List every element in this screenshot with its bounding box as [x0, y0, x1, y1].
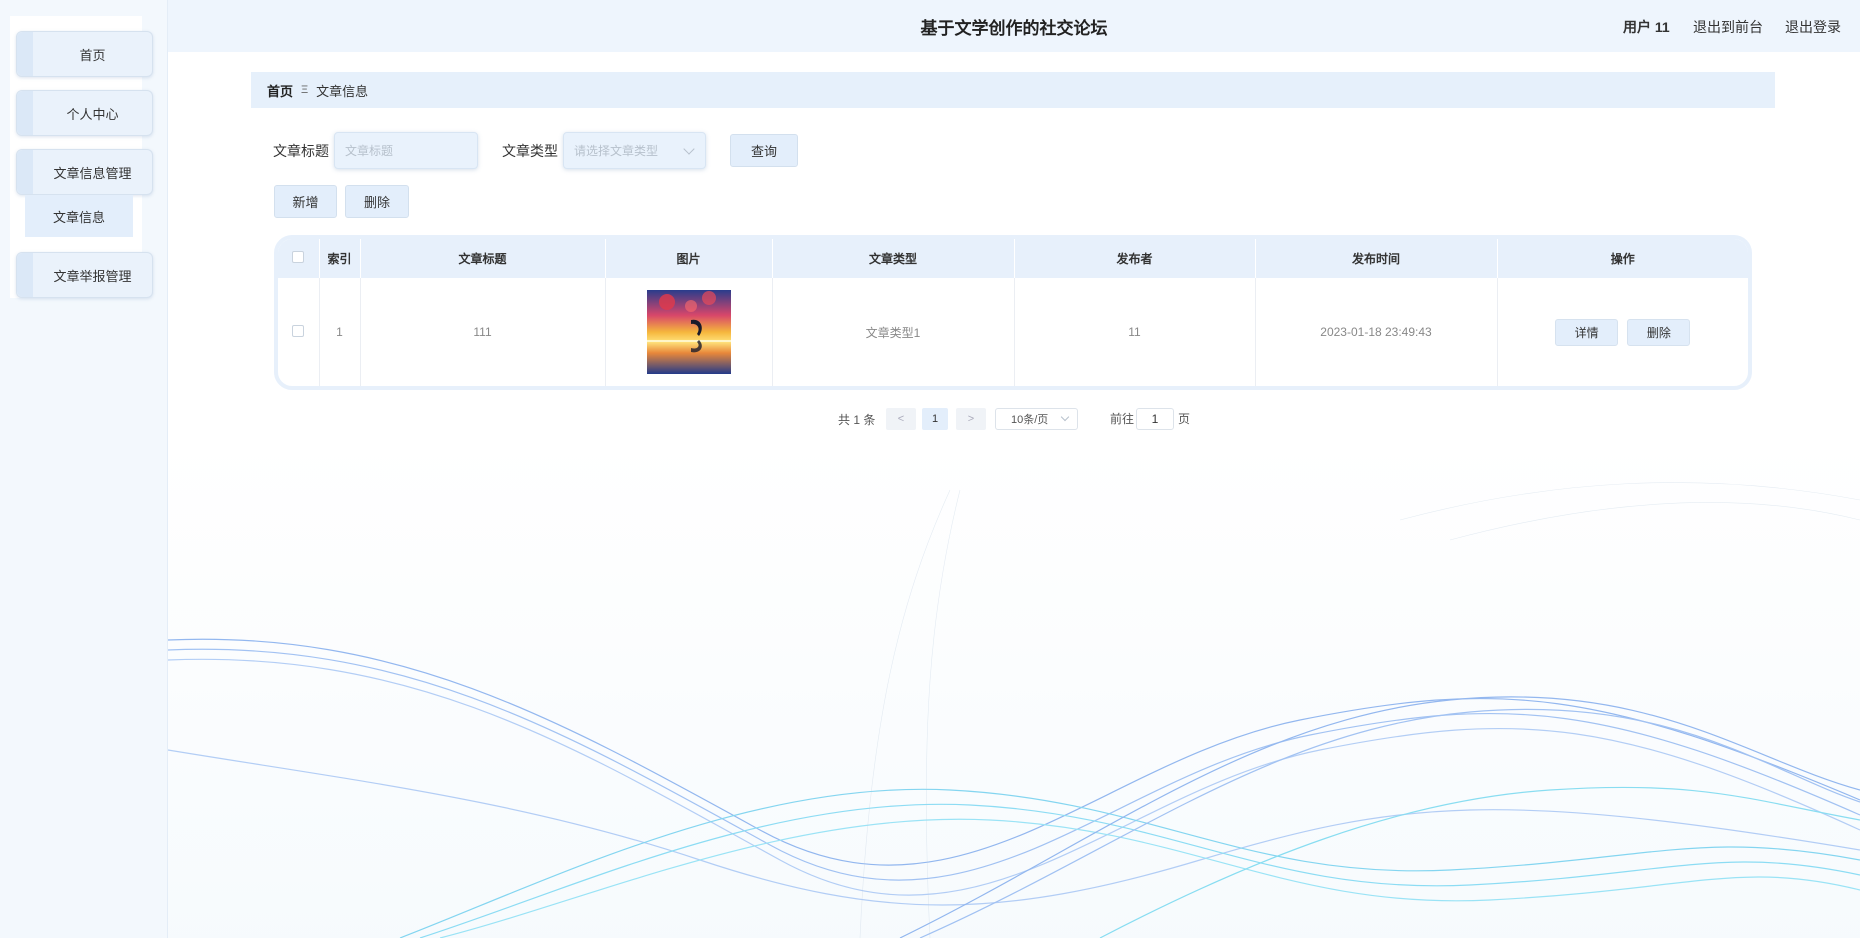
current-user: 用户 11: [1623, 19, 1670, 35]
pagination-page-1[interactable]: 1: [922, 408, 948, 430]
type-filter-placeholder: 请选择文章类型: [574, 144, 659, 158]
table-header-row: 索引 文章标题 图片 文章类型 发布者 发布时间 操作: [278, 239, 1748, 278]
breadcrumb-home[interactable]: 首页: [267, 81, 293, 100]
sidebar-subitem-article-info[interactable]: 文章信息: [25, 195, 133, 237]
select-all-cell: [278, 239, 320, 278]
article-thumbnail-image[interactable]: [646, 290, 731, 374]
column-header-time: 发布时间: [1255, 239, 1498, 278]
cell-type: 文章类型1: [772, 278, 1015, 386]
sidebar-item-article-management[interactable]: 文章信息管理: [16, 149, 153, 195]
sidebar-item-home[interactable]: 首页: [16, 31, 153, 77]
detail-button[interactable]: 详情: [1555, 318, 1619, 346]
logout-link[interactable]: 退出登录: [1785, 17, 1841, 37]
goto-page-suffix: 页: [1178, 412, 1191, 426]
cell-publisher: 11: [1014, 278, 1256, 386]
goto-page-input[interactable]: [1136, 408, 1174, 430]
chevron-down-icon: [1060, 412, 1070, 422]
table-row: 1 111 文章类型1 11 2023-01-18 23:49:43 详情 删除: [278, 278, 1748, 386]
sidebar: 首页 个人中心 文章信息管理 文章信息 文章举报管理: [0, 0, 168, 938]
bulk-delete-button[interactable]: 删除: [345, 185, 409, 218]
breadcrumb: 首页 Ξ 文章信息: [251, 72, 1775, 108]
column-header-image: 图片: [605, 239, 773, 278]
breadcrumb-current: 文章信息: [316, 83, 369, 99]
page-size-select[interactable]: 10条/页: [995, 408, 1078, 430]
goto-label: 前往: [1110, 412, 1135, 426]
select-all-checkbox[interactable]: [292, 251, 305, 263]
row-select-cell: [278, 278, 320, 386]
pagination-total: 共 1 条: [838, 412, 876, 427]
type-filter-label: 文章类型: [502, 143, 558, 159]
type-filter-select[interactable]: 请选择文章类型: [563, 132, 706, 169]
sidebar-item-label: 个人中心: [66, 106, 119, 122]
site-title: 基于文学创作的社交论坛: [920, 18, 1108, 38]
query-button[interactable]: 查询: [730, 134, 798, 167]
top-header: 基于文学创作的社交论坛 用户 11 退出到前台 退出登录: [168, 0, 1860, 52]
sidebar-item-personal-center[interactable]: 个人中心: [16, 90, 153, 136]
cell-title: 111: [360, 278, 606, 386]
column-header-publisher: 发布者: [1014, 239, 1256, 278]
column-header-title: 文章标题: [360, 239, 606, 278]
cell-index: 1: [319, 278, 361, 386]
sidebar-item-label: 首页: [79, 47, 106, 63]
title-filter-input[interactable]: [334, 132, 478, 169]
exit-to-front-link[interactable]: 退出到前台: [1693, 17, 1763, 37]
sidebar-item-label: 文章举报管理: [53, 268, 132, 284]
cell-actions: 详情 删除: [1497, 278, 1748, 386]
pagination-prev-button[interactable]: <: [886, 408, 916, 430]
article-table: 索引 文章标题 图片 文章类型 发布者 发布时间 操作 1 111 文章类型1 …: [274, 235, 1752, 390]
sidebar-item-report-management[interactable]: 文章举报管理: [16, 252, 153, 298]
row-delete-button[interactable]: 删除: [1627, 318, 1691, 346]
cell-time: 2023-01-18 23:49:43: [1255, 278, 1498, 386]
cell-image: [605, 278, 773, 386]
pagination-next-button[interactable]: >: [956, 408, 986, 430]
page-size-value: 10条/页: [1011, 414, 1049, 426]
column-header-type: 文章类型: [772, 239, 1015, 278]
title-filter-label: 文章标题: [273, 143, 329, 159]
column-header-actions: 操作: [1610, 252, 1635, 266]
chevron-down-icon: [683, 143, 695, 155]
add-button[interactable]: 新增: [274, 185, 337, 218]
row-checkbox[interactable]: [292, 324, 305, 337]
column-header-index: 索引: [319, 239, 361, 278]
breadcrumb-separator-icon: Ξ: [301, 84, 309, 96]
sidebar-item-label: 文章信息管理: [53, 165, 132, 181]
